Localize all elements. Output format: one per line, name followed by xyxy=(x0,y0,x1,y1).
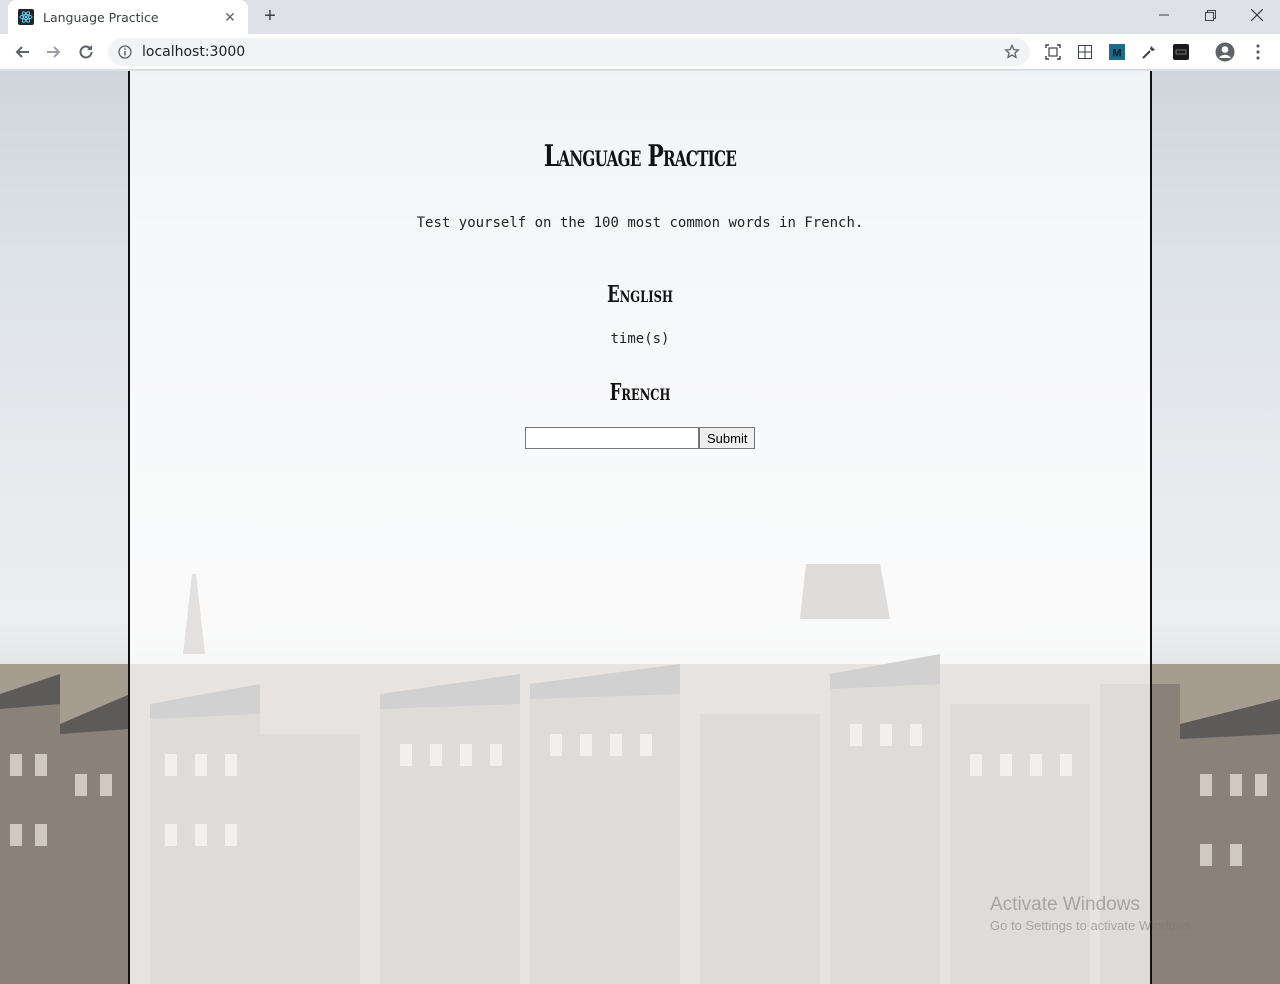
windows-activation-watermark: Activate Windows Go to Settings to activ… xyxy=(990,894,1195,933)
browser-toolbar: localhost:3000 M xyxy=(0,34,1280,70)
submit-button[interactable]: Submit xyxy=(699,427,756,449)
window-close-icon[interactable] xyxy=(1234,0,1280,30)
french-answer-input[interactable] xyxy=(525,427,699,449)
reload-icon[interactable] xyxy=(74,40,98,64)
forward-arrow-icon[interactable] xyxy=(42,40,66,64)
profile-icon[interactable] xyxy=(1215,42,1235,62)
page-viewport: Language Practice Test yourself on the 1… xyxy=(0,71,1280,984)
extension-m-icon[interactable]: M xyxy=(1107,42,1127,62)
minimize-icon[interactable] xyxy=(1141,0,1187,30)
browser-tab[interactable]: Language Practice ✕ xyxy=(8,0,248,34)
watermark-line-1: Activate Windows xyxy=(990,894,1140,915)
react-favicon xyxy=(18,9,34,25)
back-arrow-icon[interactable] xyxy=(10,40,34,64)
grid-icon[interactable] xyxy=(1075,42,1095,62)
url-text: localhost:3000 xyxy=(142,44,246,60)
eyedropper-icon[interactable] xyxy=(1139,42,1159,62)
page-title: Language Practice xyxy=(543,139,737,174)
address-bar[interactable]: localhost:3000 xyxy=(108,38,1030,66)
info-icon[interactable] xyxy=(118,45,132,59)
french-heading: French xyxy=(609,379,671,406)
star-icon[interactable] xyxy=(1004,44,1020,60)
plus-icon[interactable]: + xyxy=(259,6,281,28)
restore-icon[interactable] xyxy=(1187,0,1233,30)
extension-dark-icon[interactable] xyxy=(1171,42,1191,62)
kebab-menu-icon[interactable] xyxy=(1248,42,1268,62)
screenshot-icon[interactable] xyxy=(1043,42,1063,62)
tab-title: Language Practice xyxy=(43,9,159,25)
tab-strip: Language Practice ✕ + xyxy=(0,0,1280,34)
english-word: time(s) xyxy=(610,331,670,347)
page-subtitle: Test yourself on the 100 most common wor… xyxy=(416,215,864,231)
close-icon[interactable]: ✕ xyxy=(222,9,238,26)
english-heading: English xyxy=(607,281,673,308)
content-panel: Language Practice Test yourself on the 1… xyxy=(128,71,1152,984)
answer-form: Submit xyxy=(525,427,756,449)
svg-text:M: M xyxy=(1112,48,1121,60)
watermark-line-2: Go to Settings to activate Windows. xyxy=(990,918,1196,933)
